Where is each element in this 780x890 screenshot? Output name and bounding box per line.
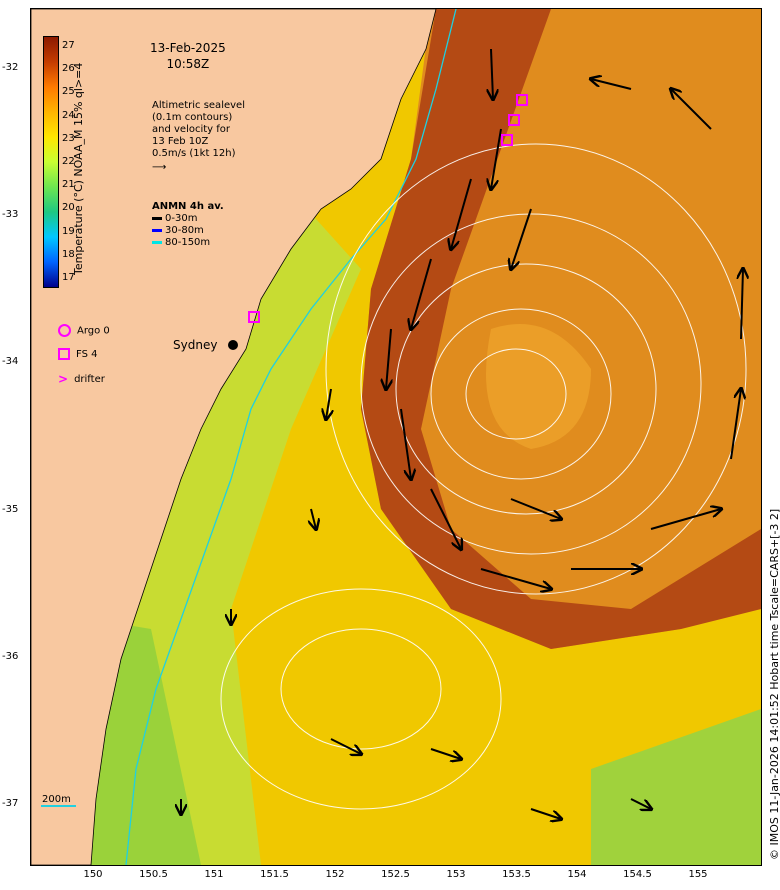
y-tick-label: -33: [2, 209, 19, 220]
map-panel: [30, 8, 762, 866]
x-tick-label: 151.5: [260, 869, 289, 880]
timestamp-block: 13-Feb-2025 10:58Z: [150, 40, 226, 72]
anmn-label: 30-80m: [165, 225, 204, 236]
y-tick-label: -37: [2, 798, 19, 809]
y-tick-label: -32: [2, 62, 19, 73]
y-tick-label: -35: [2, 504, 19, 515]
chevron-right-icon: >: [58, 372, 69, 386]
city-label: Sydney: [173, 338, 218, 352]
x-tick-label: 150: [83, 869, 103, 880]
line-icon: [152, 240, 162, 244]
date-label: 13-Feb-2025: [150, 41, 226, 55]
depth-label: 200m: [42, 794, 71, 805]
anmn-item: 30-80m: [152, 225, 204, 236]
legend-item-fs: FS 4: [58, 348, 97, 360]
x-tick-label: 153.5: [502, 869, 531, 880]
anmn-item: 80-150m: [152, 237, 210, 248]
y-tick-label: -34: [2, 356, 19, 367]
legend-item-drifter: > drifter: [58, 372, 105, 386]
altimetry-note-line: 0.5m/s (1kt 12h): [152, 148, 236, 159]
colorbar-tick-label: 27: [62, 40, 75, 51]
temperature-colorbar: [43, 36, 59, 288]
circle-icon: [58, 324, 71, 337]
x-tick-label: 155: [688, 869, 708, 880]
x-tick-label: 154.5: [623, 869, 652, 880]
x-tick-label: 152: [325, 869, 345, 880]
x-tick-label: 154: [567, 869, 587, 880]
velocity-scale-arrow-icon: ⟶: [152, 162, 167, 173]
x-tick-label: 151: [204, 869, 224, 880]
legend-label: FS 4: [76, 349, 98, 360]
altimetry-note-line: (0.1m contours): [152, 112, 233, 123]
sst-map: [31, 9, 761, 865]
altimetry-note: Altimetric sealevel (0.1m contours) and …: [152, 100, 245, 174]
legend-label: drifter: [74, 374, 105, 385]
x-tick-label: 153: [446, 869, 466, 880]
anmn-label: 80-150m: [165, 237, 211, 248]
altimetry-note-line: and velocity for: [152, 124, 231, 135]
x-tick-label: 152.5: [381, 869, 410, 880]
altimetry-note-line: Altimetric sealevel: [152, 100, 245, 111]
legend-item-argo: Argo 0: [58, 324, 110, 337]
legend-label: Argo 0: [77, 325, 110, 337]
anmn-title: ANMN 4h av.: [152, 201, 224, 212]
line-icon: [152, 216, 162, 220]
credit-line: © IMOS 11-Jan-2026 14:01:52 Hobart time …: [768, 508, 780, 860]
square-icon: [58, 348, 70, 360]
x-tick-label: 150.5: [139, 869, 168, 880]
anmn-item: 0-30m: [152, 213, 197, 224]
y-tick-label: -36: [2, 651, 19, 662]
line-icon: [152, 228, 162, 232]
colorbar-title: Temperature (°C) NOAA_M 15% ql>=4: [72, 62, 85, 275]
sydney-dot: [228, 340, 238, 350]
anmn-label: 0-30m: [165, 213, 198, 224]
altimetry-note-line: 13 Feb 10Z: [152, 136, 209, 147]
time-label: 10:58Z: [166, 57, 210, 71]
